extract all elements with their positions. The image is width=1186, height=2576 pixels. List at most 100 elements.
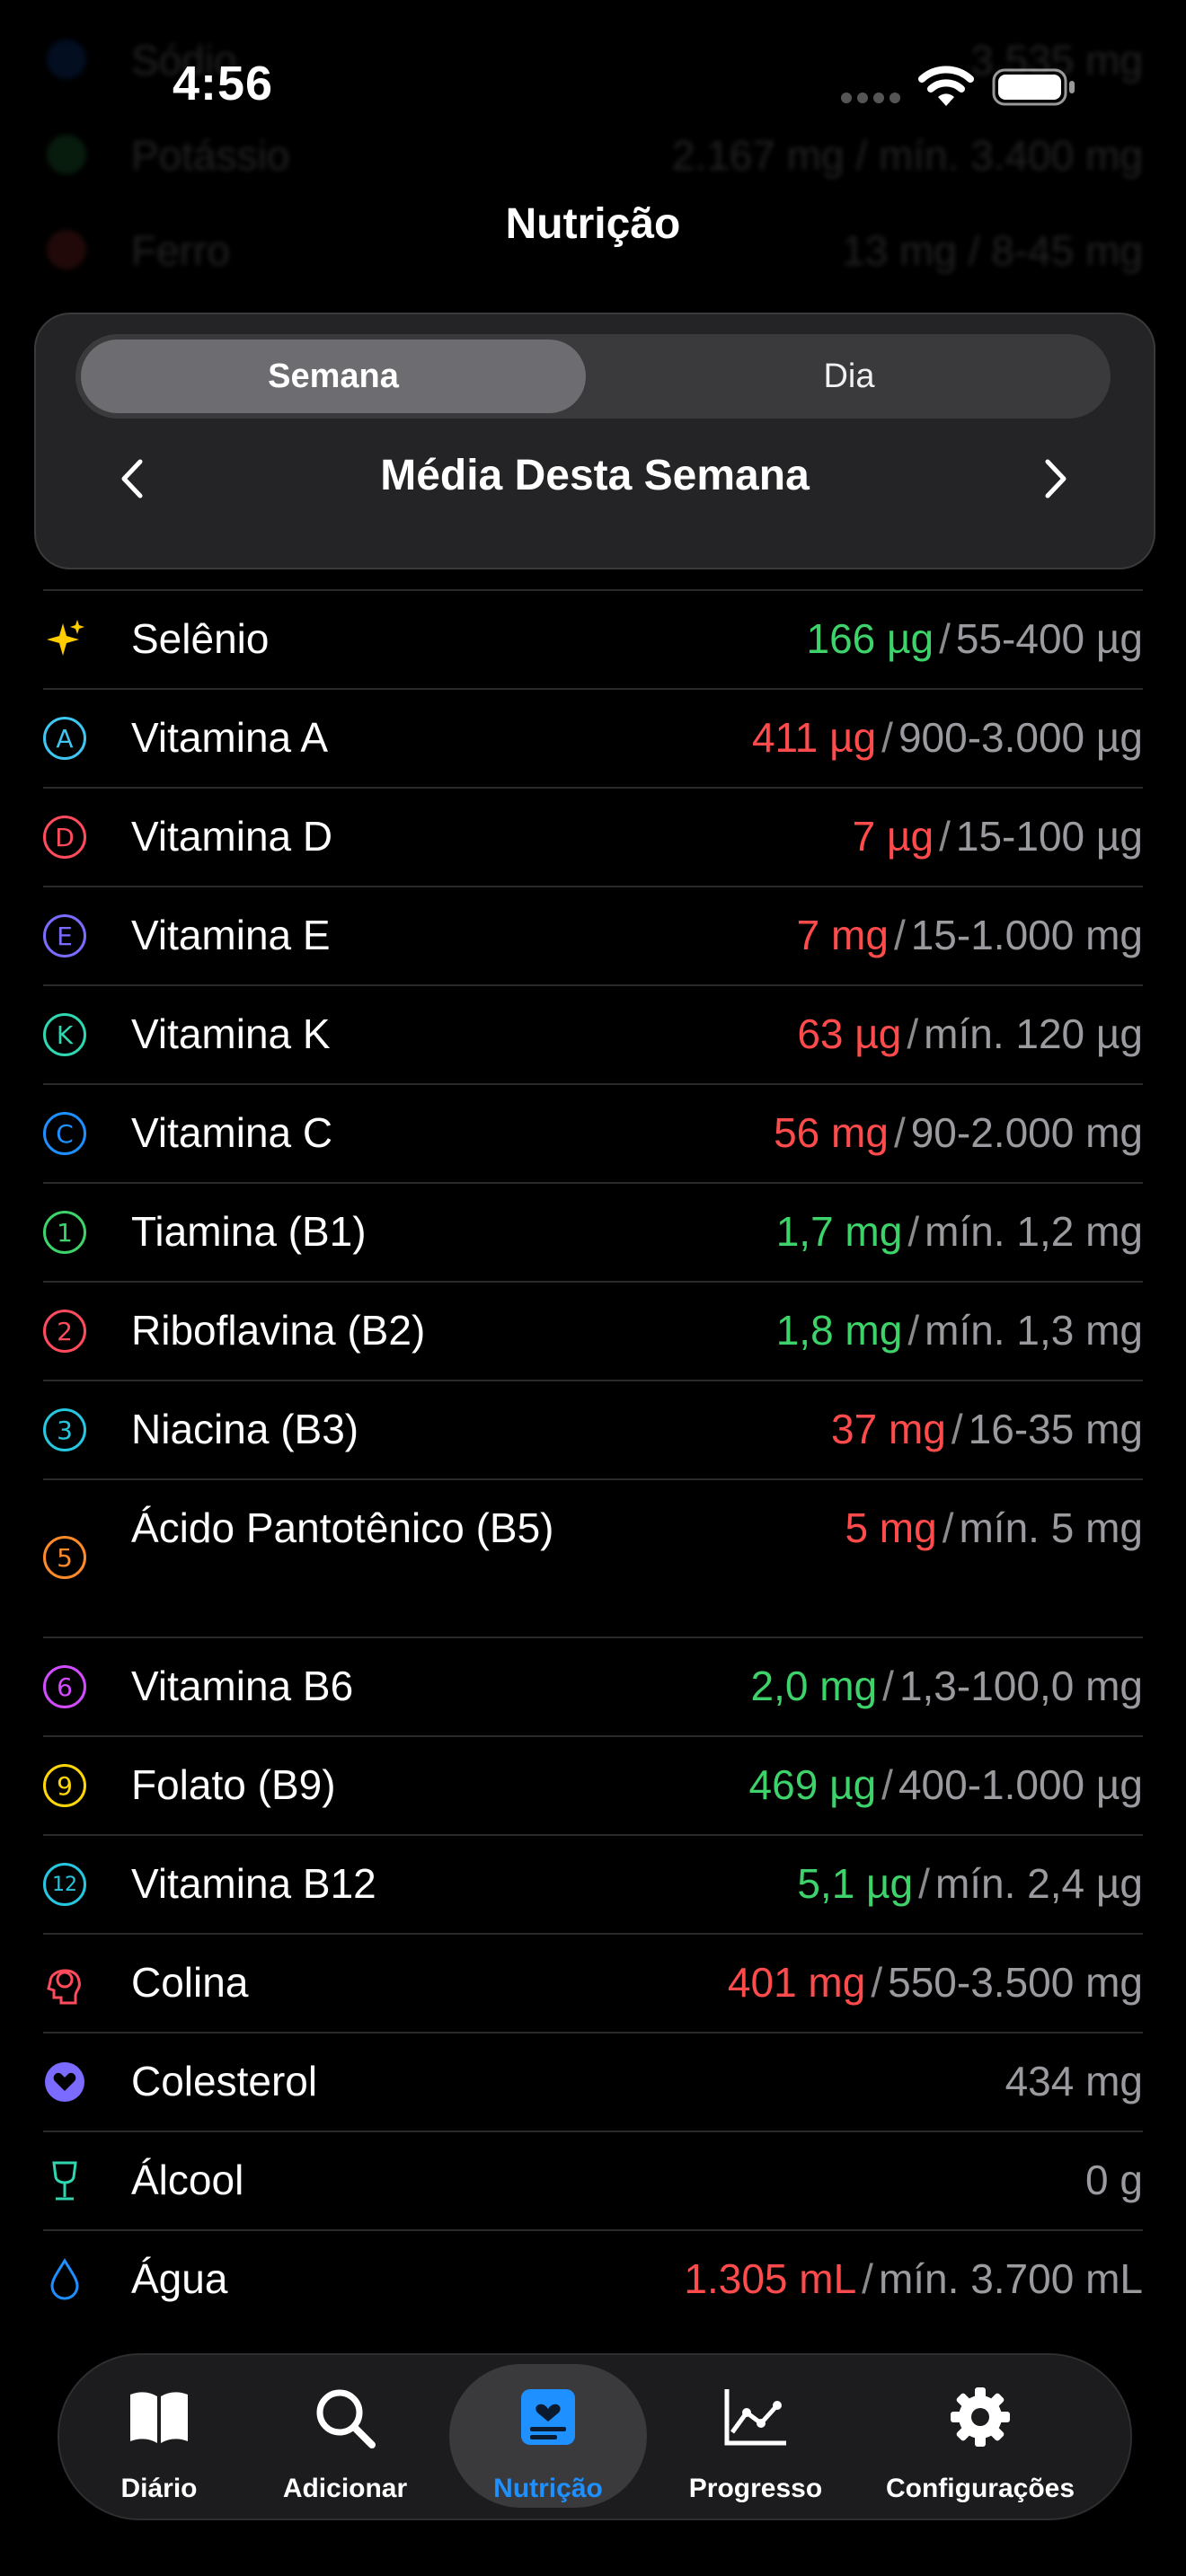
nutrient-row[interactable]: 1 Tiamina (B1) 1,7 mg / mín. 1,2 mg [43,1182,1143,1281]
tab-diario[interactable]: Diário [92,2355,226,2519]
vitamin-2-icon: 2 [43,1310,86,1353]
vitamin-1-icon: 1 [43,1211,86,1254]
gear-icon [951,2387,1010,2447]
segment-week[interactable]: Semana [81,340,586,413]
nutrient-range: mín. 1,2 mg [925,1208,1143,1255]
nutrient-list: Selênio 166 µg/55-400 µg A Vitamina A 411 µg… [43,589,1143,2328]
value-separator: / [939,813,951,860]
nutrient-range: 90-2.000 mg [910,1109,1143,1156]
water-drop-icon [43,2258,86,2301]
segment-day[interactable]: Dia [593,340,1105,413]
vitamin-c-icon: C [43,1112,86,1155]
value-separator: / [893,912,906,958]
nutrient-row[interactable]: D Vitamina D 7 µg/15-100 µg [43,787,1143,886]
nutrient-range: mín. 120 µg [924,1010,1143,1057]
nutrient-row[interactable]: Colesterol 434 mg [43,2032,1143,2130]
nutrient-amount: 5,1 µg [797,1860,914,1907]
nutrient-value: 0 g [1085,2156,1143,2204]
nutrient-amount: 0 g [1085,2157,1143,2203]
nutrient-row[interactable]: Álcool 0 g [43,2130,1143,2229]
nutrient-row[interactable]: A Vitamina A 411 µg/900-3.000 µg [43,688,1143,787]
nutrient-amount: 63 µg [797,1010,902,1057]
nutrient-value: 7 mg/15-1.000 mg [797,911,1143,959]
tab-nutricao[interactable]: Nutrição [449,2355,647,2519]
nutrient-range: mín. 2,4 µg [934,1860,1143,1907]
nutrient-row[interactable]: C Vitamina C 56 mg/90-2.000 mg [43,1083,1143,1182]
nutrient-row[interactable]: Colina 401 mg/550-3.500 mg [43,1933,1143,2032]
nutrient-row[interactable]: 5 Ácido Pantotênico (B5) 5 mg / mín. 5 mg [43,1478,1143,1636]
vitamin-3-icon: 3 [43,1408,86,1451]
nutrient-range: 550-3.500 mg [888,1959,1143,2006]
nutrient-row[interactable]: 3 Niacina (B3) 37 mg/16-35 mg [43,1380,1143,1478]
ghost-row-value: 3.535 mg [970,37,1143,84]
nutrient-value: 166 µg/55-400 µg [806,614,1143,663]
tab-adicionar[interactable]: Adicionar [264,2355,426,2519]
nutrient-row[interactable]: 6 Vitamina B6 2,0 mg/1,3-100,0 mg [43,1636,1143,1735]
nutrient-label: Vitamina D [131,813,333,860]
period-label: Média Desta Semana [380,452,810,499]
nutrient-amount: 5 mg [845,1504,937,1551]
value-separator: / [907,1208,920,1255]
sparkles-icon [43,618,86,661]
tab-label: Configurações [885,2474,1075,2503]
search-icon [316,2389,376,2448]
nutrient-row[interactable]: 12 Vitamina B12 5,1 µg / mín. 2,4 µg [43,1834,1143,1933]
chart-icon [724,2389,786,2446]
nutrient-range: 400-1.000 µg [898,1761,1143,1808]
nutrient-value: 469 µg/400-1.000 µg [749,1760,1143,1809]
nutrient-range: mín. 3.700 mL [878,2255,1143,2302]
nutrient-amount: 166 µg [806,615,934,662]
nutrient-amount: 7 mg [796,912,889,958]
nutrient-label: Ácido Pantotênico (B5) [131,1504,554,1551]
nutrient-value: 401 mg/550-3.500 mg [728,1958,1143,2007]
nutrient-value: 1,8 mg / mín. 1,3 mg [776,1306,1143,1354]
nutrient-value: 411 µg/900-3.000 µg [752,713,1143,762]
value-separator: / [881,1761,893,1808]
nutrient-value: 434 mg [1005,2057,1143,2105]
tab-progresso[interactable]: Progresso [670,2355,841,2519]
page-title: Nutrição [505,200,681,248]
tab-bar: Diário Adicionar Nutrição Progresso Conf… [58,2353,1132,2520]
nutrient-range: 15-1.000 mg [910,912,1143,958]
ghost-row-label: Sódio [131,37,237,84]
value-separator: / [951,1406,963,1452]
nutrient-row[interactable]: 9 Folato (B9) 469 µg/400-1.000 µg [43,1735,1143,1834]
nutrient-row[interactable]: Água 1.305 mL / mín. 3.700 mL [43,2229,1143,2328]
tab-label: Nutrição [493,2474,603,2503]
ghost-row-label: Potássio [131,132,290,179]
nutrient-value: 37 mg/16-35 mg [831,1405,1143,1453]
nutrient-amount: 7 µg [852,813,934,860]
nutrient-amount: 1,8 mg [775,1307,903,1354]
nutrient-range: 16-35 mg [968,1406,1143,1452]
nutrient-range: mín. 1,3 mg [925,1307,1143,1354]
ghost-row: Sódio 3.535 mg [43,20,1143,101]
nutrition-icon [521,2389,575,2445]
value-separator: / [907,1010,919,1057]
vitamin-12-icon: 12 [43,1863,86,1906]
nutrient-range: 900-3.000 µg [898,714,1143,761]
value-separator: / [862,2255,873,2302]
chevron-right-icon[interactable] [1037,456,1073,501]
value-separator: / [942,1504,954,1551]
nutrient-amount: 401 mg [727,1959,866,2006]
potassium-icon [47,135,86,174]
nutrient-value: 1.305 mL / mín. 3.700 mL [684,2254,1143,2303]
nutrient-range: 1,3-100,0 mg [898,1663,1143,1709]
value-separator: / [871,1959,883,2006]
nutrient-range: 55-400 µg [955,615,1143,662]
value-separator: / [939,615,951,662]
nutrient-row[interactable]: E Vitamina E 7 mg/15-1.000 mg [43,886,1143,984]
nutrient-row[interactable]: Selênio 166 µg/55-400 µg [43,589,1143,688]
nutrient-row[interactable]: 2 Riboflavina (B2) 1,8 mg / mín. 1,3 mg [43,1281,1143,1380]
nutrient-row[interactable]: K Vitamina K 63 µg / mín. 120 µg [43,984,1143,1083]
value-separator: / [918,1860,930,1907]
tab-label: Progresso [688,2474,823,2503]
period-panel: Semana Dia Média Desta Semana [34,313,1155,569]
nutrient-amount: 411 µg [751,714,877,761]
nutrient-value: 1,7 mg / mín. 1,2 mg [776,1207,1143,1256]
tab-configuracoes[interactable]: Configurações [868,2355,1093,2519]
nutrient-label: Colina [131,1959,249,2006]
nutrient-value: 56 mg/90-2.000 mg [774,1108,1143,1157]
nutrient-range: mín. 5 mg [959,1504,1143,1551]
nutrient-amount: 1,7 mg [775,1208,903,1255]
